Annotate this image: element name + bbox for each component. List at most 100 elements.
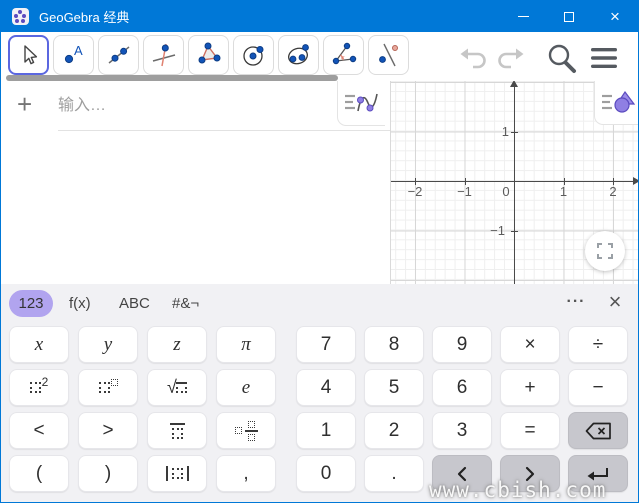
virtual-keyboard: 123 f(x) ABC #&¬ ··· × x y z π 7 8 9 × ÷ xyxy=(1,284,638,503)
redo-icon xyxy=(494,46,524,70)
y-axis-arrow-icon xyxy=(510,81,518,87)
graphics-style-button[interactable] xyxy=(594,81,639,125)
square-icon: 2 xyxy=(30,377,49,399)
tab-special[interactable]: #&¬ xyxy=(164,290,207,317)
key-y[interactable]: y xyxy=(78,326,138,363)
key-1[interactable]: 1 xyxy=(296,412,356,449)
redo-button[interactable] xyxy=(493,44,525,72)
fullscreen-button[interactable] xyxy=(585,231,625,271)
key-greater-than[interactable]: > xyxy=(78,412,138,449)
tool-reflect-button[interactable] xyxy=(368,35,409,75)
key-z[interactable]: z xyxy=(147,326,207,363)
key-square[interactable]: 2 xyxy=(9,369,69,406)
key-recurring-decimal[interactable] xyxy=(147,412,207,449)
key-abs[interactable] xyxy=(147,455,207,492)
title-bar: GeoGebra 经典 × xyxy=(1,1,638,32)
key-comma[interactable]: , xyxy=(216,455,276,492)
key-pi[interactable]: π xyxy=(216,326,276,363)
enter-icon xyxy=(586,466,610,482)
key-mixed-number[interactable] xyxy=(216,412,276,449)
add-input-icon[interactable]: + xyxy=(17,89,32,120)
minimize-icon xyxy=(518,16,529,17)
fullscreen-icon xyxy=(597,243,613,259)
keyboard-close-button[interactable]: × xyxy=(599,287,631,317)
tool-ellipse-button[interactable] xyxy=(278,35,319,75)
key-5[interactable]: 5 xyxy=(364,369,424,406)
x-axis xyxy=(391,181,636,182)
point-icon: A xyxy=(61,42,87,68)
window-title: GeoGebra 经典 xyxy=(39,7,129,26)
arrow-right-icon xyxy=(523,466,537,482)
key-e[interactable]: e xyxy=(216,369,276,406)
key-less-than[interactable]: < xyxy=(9,412,69,449)
close-icon: × xyxy=(610,8,620,25)
algebra-input[interactable]: 输入… xyxy=(58,91,328,115)
key-enter[interactable] xyxy=(568,455,628,492)
keyboard-more-button[interactable]: ··· xyxy=(561,288,591,315)
angle-icon: α xyxy=(331,42,357,68)
algebra-style-button[interactable] xyxy=(337,81,385,126)
key-8[interactable]: 8 xyxy=(364,326,424,363)
key-2[interactable]: 2 xyxy=(364,412,424,449)
tab-fx[interactable]: f(x) xyxy=(61,290,99,317)
intersect-lines-icon xyxy=(151,42,177,68)
close-button[interactable]: × xyxy=(592,1,638,32)
undo-icon xyxy=(460,46,490,70)
search-icon xyxy=(546,42,578,74)
key-backspace[interactable] xyxy=(568,412,628,449)
key-minus[interactable]: − xyxy=(568,369,628,406)
svg-text:A: A xyxy=(74,43,83,58)
circle-center-point-icon xyxy=(241,42,267,68)
tool-polygon-button[interactable] xyxy=(188,35,229,75)
key-7[interactable]: 7 xyxy=(296,326,356,363)
x-axis-arrow-icon xyxy=(633,177,639,185)
key-arrow-left[interactable] xyxy=(432,455,492,492)
move-cursor-icon xyxy=(17,43,41,67)
graphics-view[interactable]: −2 −1 0 1 2 1 −1 xyxy=(391,81,639,284)
key-x[interactable]: x xyxy=(9,326,69,363)
key-9[interactable]: 9 xyxy=(432,326,492,363)
key-4[interactable]: 4 xyxy=(296,369,356,406)
key-6[interactable]: 6 xyxy=(432,369,492,406)
key-sqrt[interactable]: √ xyxy=(147,369,207,406)
key-equals[interactable]: = xyxy=(500,412,560,449)
input-underline xyxy=(58,130,390,131)
key-3[interactable]: 3 xyxy=(432,412,492,449)
key-divide[interactable]: ÷ xyxy=(568,326,628,363)
tab-abc[interactable]: ABC xyxy=(111,290,158,317)
tool-angle-button[interactable]: α xyxy=(323,35,364,75)
key-decimal-point[interactable]: . xyxy=(364,455,424,492)
toolbar: A α xyxy=(1,32,638,81)
sqrt-icon: √ xyxy=(167,377,187,399)
tool-move-button[interactable] xyxy=(8,35,49,75)
tab-123[interactable]: 123 xyxy=(9,290,53,317)
menu-button[interactable] xyxy=(589,46,619,70)
y-tick-label: 1 xyxy=(487,124,509,139)
main-area: + 输入… xyxy=(1,81,638,284)
x-tick-label: −2 xyxy=(408,184,423,199)
y-tick-label: −1 xyxy=(483,223,505,238)
x-tick-label: 1 xyxy=(560,184,567,199)
key-arrow-right[interactable] xyxy=(500,455,560,492)
search-button[interactable] xyxy=(544,41,580,75)
undo-button[interactable] xyxy=(459,44,491,72)
tool-point-button[interactable]: A xyxy=(53,35,94,75)
x-tick-label: 2 xyxy=(609,184,616,199)
minimize-button[interactable] xyxy=(500,1,546,32)
key-paren-close[interactable]: ) xyxy=(78,455,138,492)
maximize-button[interactable] xyxy=(546,1,592,32)
mixed-number-icon xyxy=(235,421,258,441)
y-axis xyxy=(514,84,515,284)
polygon-icon xyxy=(196,42,222,68)
arrow-left-icon xyxy=(455,466,469,482)
abs-icon xyxy=(166,466,189,481)
key-power[interactable] xyxy=(78,369,138,406)
svg-text:α: α xyxy=(341,54,345,61)
tool-circle-button[interactable] xyxy=(233,35,274,75)
tool-intersect-button[interactable] xyxy=(143,35,184,75)
key-plus[interactable]: + xyxy=(500,369,560,406)
key-0[interactable]: 0 xyxy=(296,455,356,492)
tool-line-button[interactable] xyxy=(98,35,139,75)
key-paren-open[interactable]: ( xyxy=(9,455,69,492)
key-multiply[interactable]: × xyxy=(500,326,560,363)
